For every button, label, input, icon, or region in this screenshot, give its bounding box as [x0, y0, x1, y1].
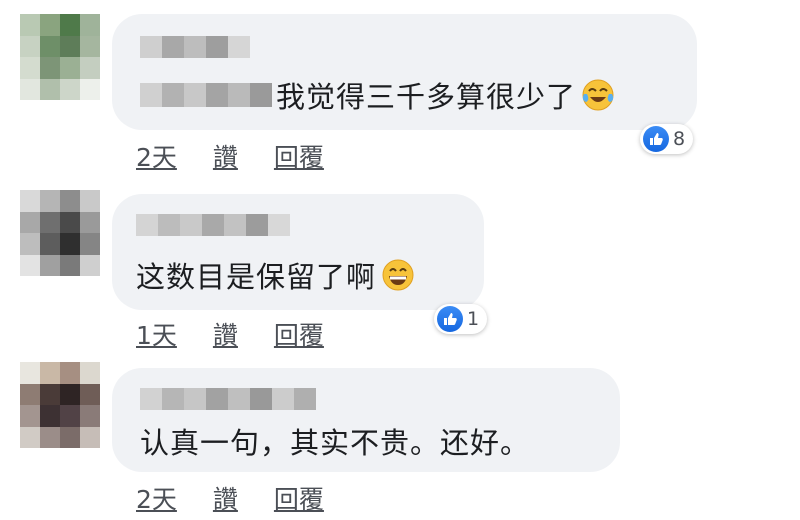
- author-name-redacted[interactable]: [140, 36, 250, 58]
- avatar-pixel: [20, 211, 40, 233]
- avatar-pixel: [40, 233, 60, 255]
- avatar-pixel: [20, 14, 40, 36]
- reply-link[interactable]: 回覆: [274, 138, 324, 174]
- avatar-pixel: [20, 383, 40, 405]
- avatar-pixel: [60, 233, 80, 255]
- avatar-pixel: [40, 14, 60, 36]
- avatar[interactable]: [20, 362, 100, 448]
- avatar-pixel: [40, 190, 60, 212]
- avatar-pixel: [60, 362, 80, 384]
- comment-bubble: 这数目是保留了啊: [112, 194, 484, 310]
- grinning-emoji: [380, 257, 416, 293]
- avatar-pixel: [80, 383, 100, 405]
- author-name-redacted[interactable]: [136, 214, 290, 236]
- avatar-pixel: [80, 405, 100, 427]
- author-name-redacted[interactable]: [140, 388, 316, 410]
- avatar-pixel: [60, 405, 80, 427]
- comment-text: 我觉得三千多算很少了: [276, 80, 577, 114]
- reaction-badge[interactable]: 1: [434, 304, 488, 334]
- like-icon: [437, 306, 463, 332]
- avatar-pixel: [40, 78, 60, 100]
- avatar[interactable]: [20, 14, 100, 100]
- avatar-pixel: [60, 211, 80, 233]
- avatar-pixel: [80, 254, 100, 276]
- mention-redacted[interactable]: [140, 83, 272, 107]
- avatar-pixel: [20, 35, 40, 57]
- like-link[interactable]: 讚: [213, 138, 238, 174]
- avatar-pixel: [40, 383, 60, 405]
- tears-of-joy-emoji: [580, 77, 616, 113]
- avatar-pixel: [80, 35, 100, 57]
- avatar-pixel: [40, 254, 60, 276]
- comment-bubble: 认真一句，其实不贵。还好。: [112, 368, 620, 472]
- avatar-pixel: [20, 190, 40, 212]
- avatar[interactable]: [20, 190, 100, 276]
- avatar-pixel: [40, 211, 60, 233]
- avatar-pixel: [80, 426, 100, 448]
- avatar-pixel: [20, 254, 40, 276]
- avatar-pixel: [80, 362, 100, 384]
- avatar-pixel: [20, 233, 40, 255]
- like-link[interactable]: 讚: [213, 316, 238, 352]
- avatar-pixel: [60, 190, 80, 212]
- avatar-pixel: [40, 57, 60, 79]
- comment-text: 这数目是保留了啊: [136, 260, 377, 294]
- reaction-badge[interactable]: 8: [640, 124, 694, 154]
- avatar-pixel: [80, 211, 100, 233]
- avatar-pixel: [60, 254, 80, 276]
- avatar-pixel: [20, 362, 40, 384]
- timestamp-link[interactable]: 2天: [136, 480, 177, 516]
- reaction-count: 8: [673, 128, 686, 150]
- like-icon: [643, 126, 669, 152]
- avatar-pixel: [20, 426, 40, 448]
- avatar-pixel: [40, 426, 60, 448]
- avatar-pixel: [80, 233, 100, 255]
- avatar-pixel: [60, 78, 80, 100]
- avatar-pixel: [40, 35, 60, 57]
- avatar-pixel: [20, 78, 40, 100]
- reply-link[interactable]: 回覆: [274, 316, 324, 352]
- timestamp-link[interactable]: 2天: [136, 138, 177, 174]
- avatar-pixel: [80, 14, 100, 36]
- avatar-pixel: [60, 14, 80, 36]
- avatar-pixel: [60, 426, 80, 448]
- avatar-pixel: [60, 57, 80, 79]
- like-link[interactable]: 讚: [213, 480, 238, 516]
- comment-bubble: 我觉得三千多算很少了: [112, 14, 697, 130]
- timestamp-link[interactable]: 1天: [136, 316, 177, 352]
- reaction-count: 1: [467, 308, 480, 330]
- avatar-pixel: [60, 383, 80, 405]
- comment-text: 认真一句，其实不贵。还好。: [140, 426, 531, 460]
- avatar-pixel: [40, 362, 60, 384]
- avatar-pixel: [80, 57, 100, 79]
- avatar-pixel: [40, 405, 60, 427]
- reply-link[interactable]: 回覆: [274, 480, 324, 516]
- avatar-pixel: [20, 405, 40, 427]
- avatar-pixel: [60, 35, 80, 57]
- avatar-pixel: [80, 190, 100, 212]
- avatar-pixel: [80, 78, 100, 100]
- avatar-pixel: [20, 57, 40, 79]
